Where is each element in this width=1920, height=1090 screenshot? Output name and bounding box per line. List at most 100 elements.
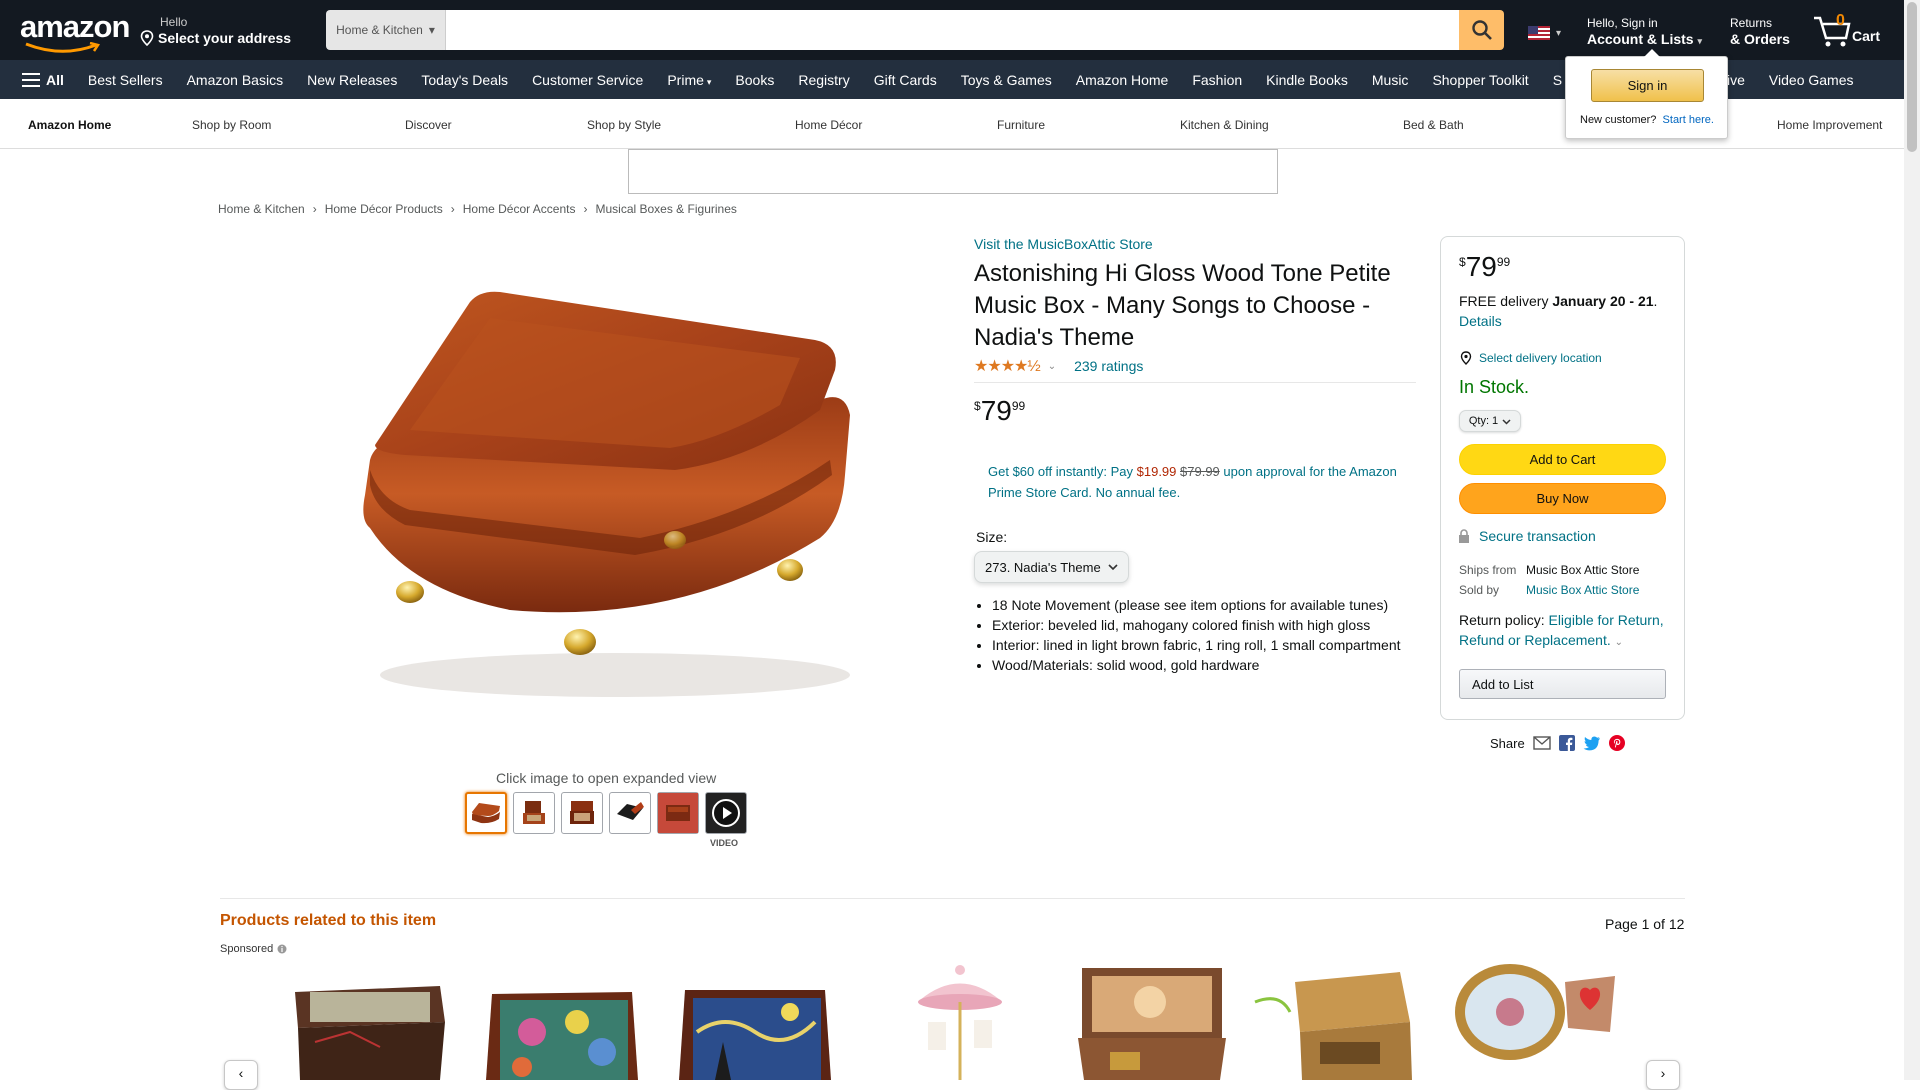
thumbnail-2[interactable] bbox=[513, 792, 555, 834]
product-title: Astonishing Hi Gloss Wood Tone Petite Mu… bbox=[974, 260, 1391, 351]
store-nav-amazon-home[interactable]: Amazon Home bbox=[28, 118, 111, 132]
buy-box: $ 79 99 FREE delivery January 20 - 21. De… bbox=[1440, 236, 1685, 720]
info-icon[interactable] bbox=[277, 944, 287, 954]
related-product-image[interactable] bbox=[1250, 962, 1420, 1080]
store-nav-shop-by-style[interactable]: Shop by Style bbox=[587, 118, 661, 132]
related-product-image[interactable] bbox=[1450, 962, 1620, 1080]
nav-best-sellers[interactable]: Best Sellers bbox=[76, 72, 175, 88]
nav-todays-deals[interactable]: Today's Deals bbox=[409, 72, 520, 88]
related-product-image[interactable] bbox=[1070, 962, 1230, 1080]
breadcrumb-item[interactable]: Home Décor Accents bbox=[463, 202, 576, 216]
visit-store-link[interactable]: Visit the MusicBoxAttic Store bbox=[974, 236, 1153, 252]
nav-kindle-books[interactable]: Kindle Books bbox=[1254, 72, 1360, 88]
related-product-image[interactable] bbox=[482, 962, 642, 1080]
video-thumbnail[interactable] bbox=[705, 792, 747, 834]
sign-in-popover: Sign in New customer? Start here. bbox=[1565, 49, 1728, 139]
returns-and-orders[interactable]: Returns & Orders bbox=[1730, 15, 1790, 47]
store-nav-home-decor[interactable]: Home Décor bbox=[795, 118, 862, 132]
nav-toys-games[interactable]: Toys & Games bbox=[949, 72, 1064, 88]
amazon-logo[interactable]: amazon bbox=[20, 11, 130, 53]
music-box-open-thumb-image bbox=[523, 801, 545, 824]
start-here-link[interactable]: Start here. bbox=[1663, 114, 1714, 126]
email-icon[interactable] bbox=[1533, 736, 1551, 750]
add-to-cart-button[interactable]: Add to Cart bbox=[1459, 444, 1666, 475]
feature-bullets: 18 Note Movement (please see item option… bbox=[974, 595, 1416, 675]
rating-row: ★★★★½ ⌄ 239 ratings bbox=[974, 356, 1416, 383]
nav-customer-service[interactable]: Customer Service bbox=[520, 72, 655, 88]
feature-bullet: 18 Note Movement (please see item option… bbox=[992, 595, 1416, 615]
deliver-to-address[interactable]: Hello Select your address bbox=[140, 14, 291, 46]
delivery-details-link[interactable]: Details bbox=[1459, 313, 1502, 329]
breadcrumb-item[interactable]: Home Décor Products bbox=[325, 202, 443, 216]
chevron-down-icon[interactable]: ⌄ bbox=[1048, 361, 1056, 372]
store-nav-discover[interactable]: Discover bbox=[405, 118, 452, 132]
thumbnail-1[interactable] bbox=[465, 792, 507, 834]
ships-sold-info: Ships from Music Box Attic Store Sold by M… bbox=[1459, 560, 1666, 600]
thumbnail-strip bbox=[465, 792, 747, 834]
nav-music[interactable]: Music bbox=[1360, 72, 1421, 88]
nav-shopper-toolkit[interactable]: Shopper Toolkit bbox=[1420, 72, 1540, 88]
store-nav-kitchen-dining[interactable]: Kitchen & Dining bbox=[1180, 118, 1269, 132]
store-nav-shop-by-room[interactable]: Shop by Room bbox=[192, 118, 271, 132]
new-customer-prompt: New customer? Start here. bbox=[1580, 114, 1714, 126]
hamburger-menu-icon bbox=[22, 72, 40, 87]
select-delivery-location[interactable]: Select delivery location bbox=[1459, 351, 1666, 365]
sold-by-link[interactable]: Music Box Attic Store bbox=[1526, 580, 1639, 600]
carousel-prev-button[interactable]: ‹ bbox=[224, 1060, 258, 1090]
facebook-icon[interactable] bbox=[1558, 735, 1575, 751]
video-label: VIDEO bbox=[710, 838, 739, 848]
thumbnail-3[interactable] bbox=[561, 792, 603, 834]
all-menu-button[interactable]: All bbox=[0, 72, 76, 88]
pinterest-icon[interactable] bbox=[1608, 735, 1625, 751]
search-button[interactable] bbox=[1459, 10, 1504, 50]
add-to-list-button[interactable]: Add to List bbox=[1459, 669, 1666, 699]
thumbnail-5[interactable] bbox=[657, 792, 699, 834]
page-scrollbar[interactable] bbox=[1904, 0, 1920, 1080]
thumbnail-4[interactable] bbox=[609, 792, 651, 834]
nav-amazon-home[interactable]: Amazon Home bbox=[1064, 72, 1181, 88]
search-input[interactable] bbox=[446, 10, 1459, 50]
star-rating-icon[interactable]: ★★★★½ bbox=[974, 356, 1041, 376]
size-dropdown[interactable]: 273. Nadia's Theme bbox=[974, 551, 1129, 583]
store-nav-furniture[interactable]: Furniture bbox=[997, 118, 1045, 132]
cart-button[interactable]: 0 Cart bbox=[1812, 10, 1892, 50]
related-products-title: Products related to this item bbox=[220, 912, 437, 929]
buy-now-button[interactable]: Buy Now bbox=[1459, 483, 1666, 514]
related-product-image[interactable] bbox=[290, 962, 450, 1080]
nav-video-games[interactable]: Video Games bbox=[1757, 72, 1866, 88]
nav-registry[interactable]: Registry bbox=[786, 72, 861, 88]
carousel-next-button[interactable]: › bbox=[1646, 1060, 1680, 1090]
return-policy: Return policy: Eligible for Return, Refu… bbox=[1459, 612, 1664, 648]
related-products-carousel: ‹ › bbox=[220, 960, 1685, 1090]
twitter-icon[interactable] bbox=[1583, 736, 1601, 751]
account-and-lists[interactable]: Hello, Sign in Account & Lists ▾ bbox=[1587, 15, 1702, 49]
related-product-image[interactable] bbox=[900, 962, 1020, 1080]
ratings-count-link[interactable]: 239 ratings bbox=[1074, 358, 1143, 374]
caret-down-icon: ▾ bbox=[428, 23, 435, 37]
nav-fashion[interactable]: Fashion bbox=[1180, 72, 1254, 88]
breadcrumb-item[interactable]: Home & Kitchen bbox=[218, 202, 305, 216]
secure-transaction[interactable]: Secure transaction bbox=[1459, 528, 1666, 544]
chevron-down-icon[interactable]: ⌄ bbox=[1615, 637, 1623, 648]
related-product-image[interactable] bbox=[675, 962, 835, 1080]
feature-bullet: Wood/Materials: solid wood, gold hardwar… bbox=[992, 655, 1416, 675]
chevron-right-icon: › bbox=[312, 202, 317, 216]
ad-banner-placeholder[interactable] bbox=[628, 149, 1278, 194]
breadcrumb-item[interactable]: Musical Boxes & Figurines bbox=[595, 202, 736, 216]
product-main-image[interactable] bbox=[350, 270, 870, 720]
store-card-promo[interactable]: Get $60 off instantly: Pay $19.99 $79.99… bbox=[974, 461, 1404, 503]
nav-prime[interactable]: Prime ▾ bbox=[655, 72, 723, 88]
nav-gift-cards[interactable]: Gift Cards bbox=[862, 72, 949, 88]
chevron-right-icon: › bbox=[1660, 1065, 1666, 1081]
store-nav-bed-bath[interactable]: Bed & Bath bbox=[1403, 118, 1464, 132]
store-nav-home-improvement[interactable]: Home Improvement bbox=[1777, 118, 1882, 132]
nav-books[interactable]: Books bbox=[723, 72, 786, 88]
search-category-dropdown[interactable]: Home & Kitchen ▾ bbox=[326, 10, 446, 50]
music-box-interior-thumb-image bbox=[570, 801, 594, 824]
nav-new-releases[interactable]: New Releases bbox=[295, 72, 409, 88]
sign-in-button[interactable]: Sign in bbox=[1591, 69, 1704, 102]
scrollbar-thumb[interactable] bbox=[1907, 2, 1917, 152]
language-selector[interactable]: ▾ bbox=[1528, 26, 1561, 40]
nav-amazon-basics[interactable]: Amazon Basics bbox=[175, 72, 295, 88]
quantity-dropdown[interactable]: Qty: 1 bbox=[1459, 410, 1521, 432]
